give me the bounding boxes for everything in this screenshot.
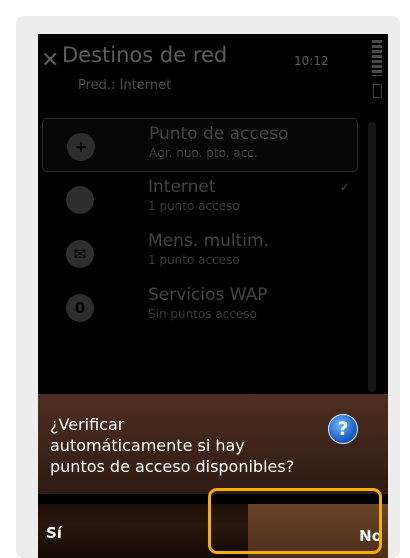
- list-item-subtitle: 1 punto acceso: [148, 199, 240, 213]
- default-check-icon: ✓: [339, 180, 350, 194]
- list-item-subtitle: 1 punto acceso: [148, 253, 240, 267]
- battery-icon: [373, 84, 382, 98]
- highlight-box: [208, 488, 382, 554]
- yes-softkey[interactable]: Sí: [46, 524, 62, 542]
- list-item-servicios-wap[interactable]: 0 Servicios WAP Sin puntos acceso: [42, 280, 358, 332]
- title-bar: ✕ Destinos de red 10:12 Pred.: Internet: [38, 34, 388, 104]
- list-item-title: Mens. multim.: [148, 231, 269, 251]
- globe-icon: [66, 186, 94, 214]
- scrollbar[interactable]: [368, 122, 376, 392]
- clock: 10:12: [294, 54, 329, 68]
- list-item-internet[interactable]: Internet 1 punto acceso ✓: [42, 172, 358, 224]
- list-item-title: Internet: [148, 177, 216, 197]
- list-item-title: Servicios WAP: [148, 285, 268, 305]
- mms-icon: ✉: [66, 240, 94, 268]
- question-icon: ?: [328, 414, 358, 444]
- close-icon[interactable]: ✕: [41, 50, 59, 72]
- list-item-mens-multim[interactable]: ✉ Mens. multim. 1 punto acceso: [42, 226, 358, 278]
- list-item-title: Punto de acceso: [149, 124, 289, 144]
- confirmation-dialog: ¿Verificar automáticamente si hay puntos…: [38, 394, 388, 494]
- phone-screen: ✕ Destinos de red 10:12 Pred.: Internet …: [38, 34, 388, 558]
- signal-strength-icon: [372, 40, 382, 76]
- dialog-line: puntos de acceso disponibles?: [50, 457, 295, 476]
- list-item-subtitle: Agr. nuo. pto. acc.: [149, 146, 258, 160]
- list-item-subtitle: Sin puntos acceso: [148, 307, 257, 321]
- wap-icon: 0: [66, 294, 94, 322]
- list-item-punto-de-acceso[interactable]: + Punto de acceso Agr. nuo. pto. acc.: [42, 118, 358, 172]
- page-title: Destinos de red: [62, 43, 228, 67]
- add-access-point-icon: +: [67, 133, 95, 161]
- destination-list: + Punto de acceso Agr. nuo. pto. acc. In…: [38, 114, 358, 334]
- default-destination: Pred.: Internet: [78, 78, 172, 93]
